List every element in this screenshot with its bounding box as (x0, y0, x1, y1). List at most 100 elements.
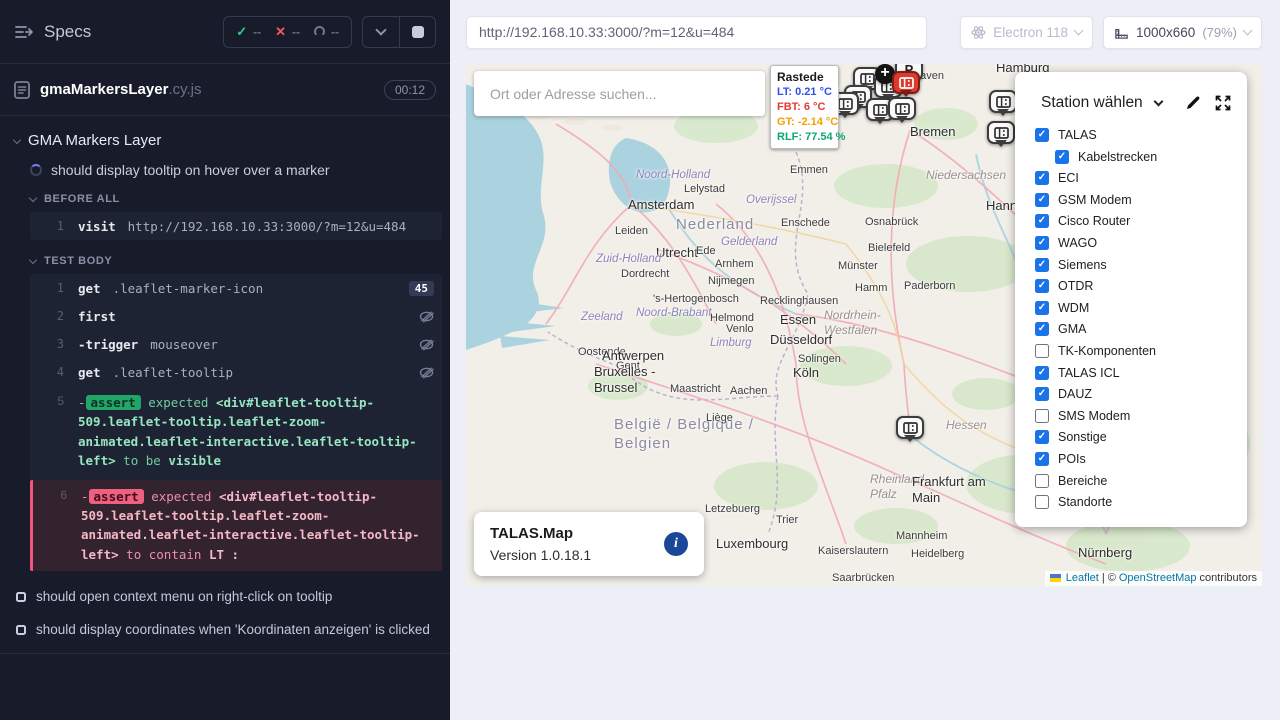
tooltip-measurement: RLF: 77.54 % (777, 130, 832, 145)
leaflet-link[interactable]: Leaflet (1066, 572, 1099, 584)
layer-checkbox[interactable] (1035, 214, 1049, 228)
layer-checkbox[interactable] (1035, 301, 1049, 315)
station-layer-row[interactable]: ECI (1035, 171, 1247, 185)
layer-checkbox[interactable] (1035, 474, 1049, 488)
url-bar[interactable]: http://192.168.10.33:3000/?m=12&u=484 (466, 16, 927, 49)
spec-row[interactable]: gmaMarkersLayer.cy.js 00:12 (0, 64, 450, 116)
collapse-button[interactable] (363, 17, 399, 47)
cypress-reporter: Specs ✓-- ✕-- -- gmaMarkersLayer.cy.js 0… (0, 0, 450, 720)
station-panel: Station wählen (1015, 72, 1247, 527)
map-label: Maastricht (670, 383, 721, 397)
map-label: Nederland (676, 216, 754, 235)
pending-test[interactable]: should open context menu on right-click … (16, 589, 442, 604)
map-label: Aachen (730, 385, 767, 399)
layer-label: DAUZ (1058, 387, 1092, 401)
osm-link[interactable]: OpenStreetMap (1119, 572, 1197, 584)
layer-checkbox[interactable] (1035, 495, 1049, 509)
map-label: Saarbrücken (832, 572, 894, 586)
map-marker[interactable] (987, 121, 1015, 144)
test-running-spinner-icon (30, 164, 42, 176)
tooltip-measurement: FBT: 6 °C (777, 100, 832, 115)
layer-checkbox[interactable] (1035, 279, 1049, 293)
command-get-marker[interactable]: 1 get .leaflet-marker-icon 45 (30, 274, 442, 302)
station-rack-icon (873, 104, 888, 116)
layer-checkbox[interactable] (1035, 452, 1049, 466)
command-get-tooltip[interactable]: 4 get .leaflet-tooltip (30, 358, 442, 386)
layer-checkbox[interactable] (1035, 387, 1049, 401)
station-layer-row[interactable]: DAUZ (1035, 387, 1247, 401)
station-list: TALAS Kabelstrecken ECI GSM Modem Cisco … (1015, 128, 1247, 509)
specs-menu-icon[interactable] (14, 24, 34, 40)
layer-checkbox[interactable] (1035, 258, 1049, 272)
map-marker[interactable] (896, 416, 924, 439)
layer-checkbox[interactable] (1035, 236, 1049, 250)
map-marker[interactable] (892, 71, 920, 94)
layer-checkbox[interactable] (1035, 366, 1049, 380)
station-layer-row[interactable]: Bereiche (1035, 474, 1247, 488)
edit-pencil-icon[interactable] (1185, 95, 1201, 111)
layer-checkbox[interactable] (1035, 409, 1049, 423)
station-rack-icon (899, 77, 914, 89)
search-input[interactable] (474, 71, 765, 116)
station-layer-row[interactable]: Standorte (1035, 495, 1247, 509)
chevron-down-icon (1074, 26, 1084, 36)
station-layer-row[interactable]: TALAS ICL (1035, 366, 1247, 380)
command-visit[interactable]: 1 visit http://192.168.10.33:3000/?m=12&… (30, 212, 442, 240)
station-layer-row[interactable]: GMA (1035, 322, 1247, 336)
active-test[interactable]: should display tooltip on hover over a m… (30, 162, 442, 178)
leaflet-map[interactable]: HamburgBremerhavenBremenNiedersachsenHan… (466, 64, 1262, 586)
section-test-body[interactable]: TEST BODY (30, 255, 442, 267)
station-layer-row[interactable]: Kabelstrecken (1055, 150, 1247, 164)
stop-button[interactable] (399, 17, 435, 47)
chevron-down-icon[interactable] (1153, 96, 1163, 106)
assert-visible-passed[interactable]: 5 -assert expected <div#leaflet-tooltip-… (30, 386, 442, 478)
suite-gma-markers-layer[interactable]: GMA Markers Layer (14, 132, 442, 149)
station-layer-row[interactable]: Sonstige (1035, 430, 1247, 444)
assert-badge: assert (86, 395, 141, 410)
command-first[interactable]: 2 first (30, 302, 442, 330)
station-layer-row[interactable]: TALAS (1035, 128, 1247, 142)
marker-tooltip[interactable]: Rastede LT: 0.21 °CFBT: 6 °CGT: -2.14 °C… (770, 65, 839, 149)
specs-title[interactable]: Specs (44, 22, 91, 42)
station-layer-row[interactable]: WAGO (1035, 236, 1247, 250)
chevron-down-icon (29, 256, 37, 264)
layer-checkbox[interactable] (1055, 150, 1069, 164)
layer-label: Kabelstrecken (1078, 150, 1157, 164)
tooltip-title: Rastede (777, 70, 832, 84)
station-layer-row[interactable]: POIs (1035, 452, 1247, 466)
map-label: Essen (780, 312, 816, 328)
map-label: Noord-Holland (636, 168, 710, 182)
station-panel-title[interactable]: Station wählen (1041, 94, 1143, 112)
layer-checkbox[interactable] (1035, 344, 1049, 358)
map-label: Nürnberg (1078, 545, 1132, 561)
map-label: Venlo (726, 323, 754, 337)
layer-checkbox[interactable] (1035, 322, 1049, 336)
section-before-all[interactable]: BEFORE ALL (30, 193, 442, 205)
expand-fullscreen-icon[interactable] (1215, 95, 1231, 111)
layer-checkbox[interactable] (1035, 128, 1049, 142)
viewport-select[interactable]: 1000x660 (79%) (1103, 16, 1262, 49)
station-layer-row[interactable]: SMS Modem (1035, 409, 1247, 423)
station-layer-row[interactable]: Siemens (1035, 258, 1247, 272)
map-label: Heidelberg (911, 548, 964, 562)
layer-checkbox[interactable] (1035, 171, 1049, 185)
map-label: 's-Hertogenbosch (653, 293, 739, 307)
chevron-down-icon (1243, 26, 1253, 36)
browser-select[interactable]: Electron 118 (960, 16, 1093, 49)
station-layer-row[interactable]: WDM (1035, 301, 1247, 315)
pending-test[interactable]: should display coordinates when 'Koordin… (16, 622, 442, 637)
element-count-badge: 45 (409, 281, 434, 296)
stat-pending: -- (314, 25, 339, 39)
map-attribution: Leaflet | © OpenStreetMap contributors (1045, 571, 1262, 586)
layer-checkbox[interactable] (1035, 193, 1049, 207)
map-label: Düsseldorf (770, 332, 832, 348)
station-layer-row[interactable]: GSM Modem (1035, 193, 1247, 207)
station-layer-row[interactable]: TK-Komponenten (1035, 344, 1247, 358)
layer-checkbox[interactable] (1035, 430, 1049, 444)
station-layer-row[interactable]: OTDR (1035, 279, 1247, 293)
station-layer-row[interactable]: Cisco Router (1035, 214, 1247, 228)
command-trigger-mouseover[interactable]: 3 -trigger mouseover (30, 330, 442, 358)
assert-contain-failed[interactable]: 6 -assert expected <div#leaflet-tooltip-… (30, 480, 442, 572)
info-icon[interactable]: i (664, 532, 688, 556)
map-marker[interactable] (989, 90, 1017, 113)
